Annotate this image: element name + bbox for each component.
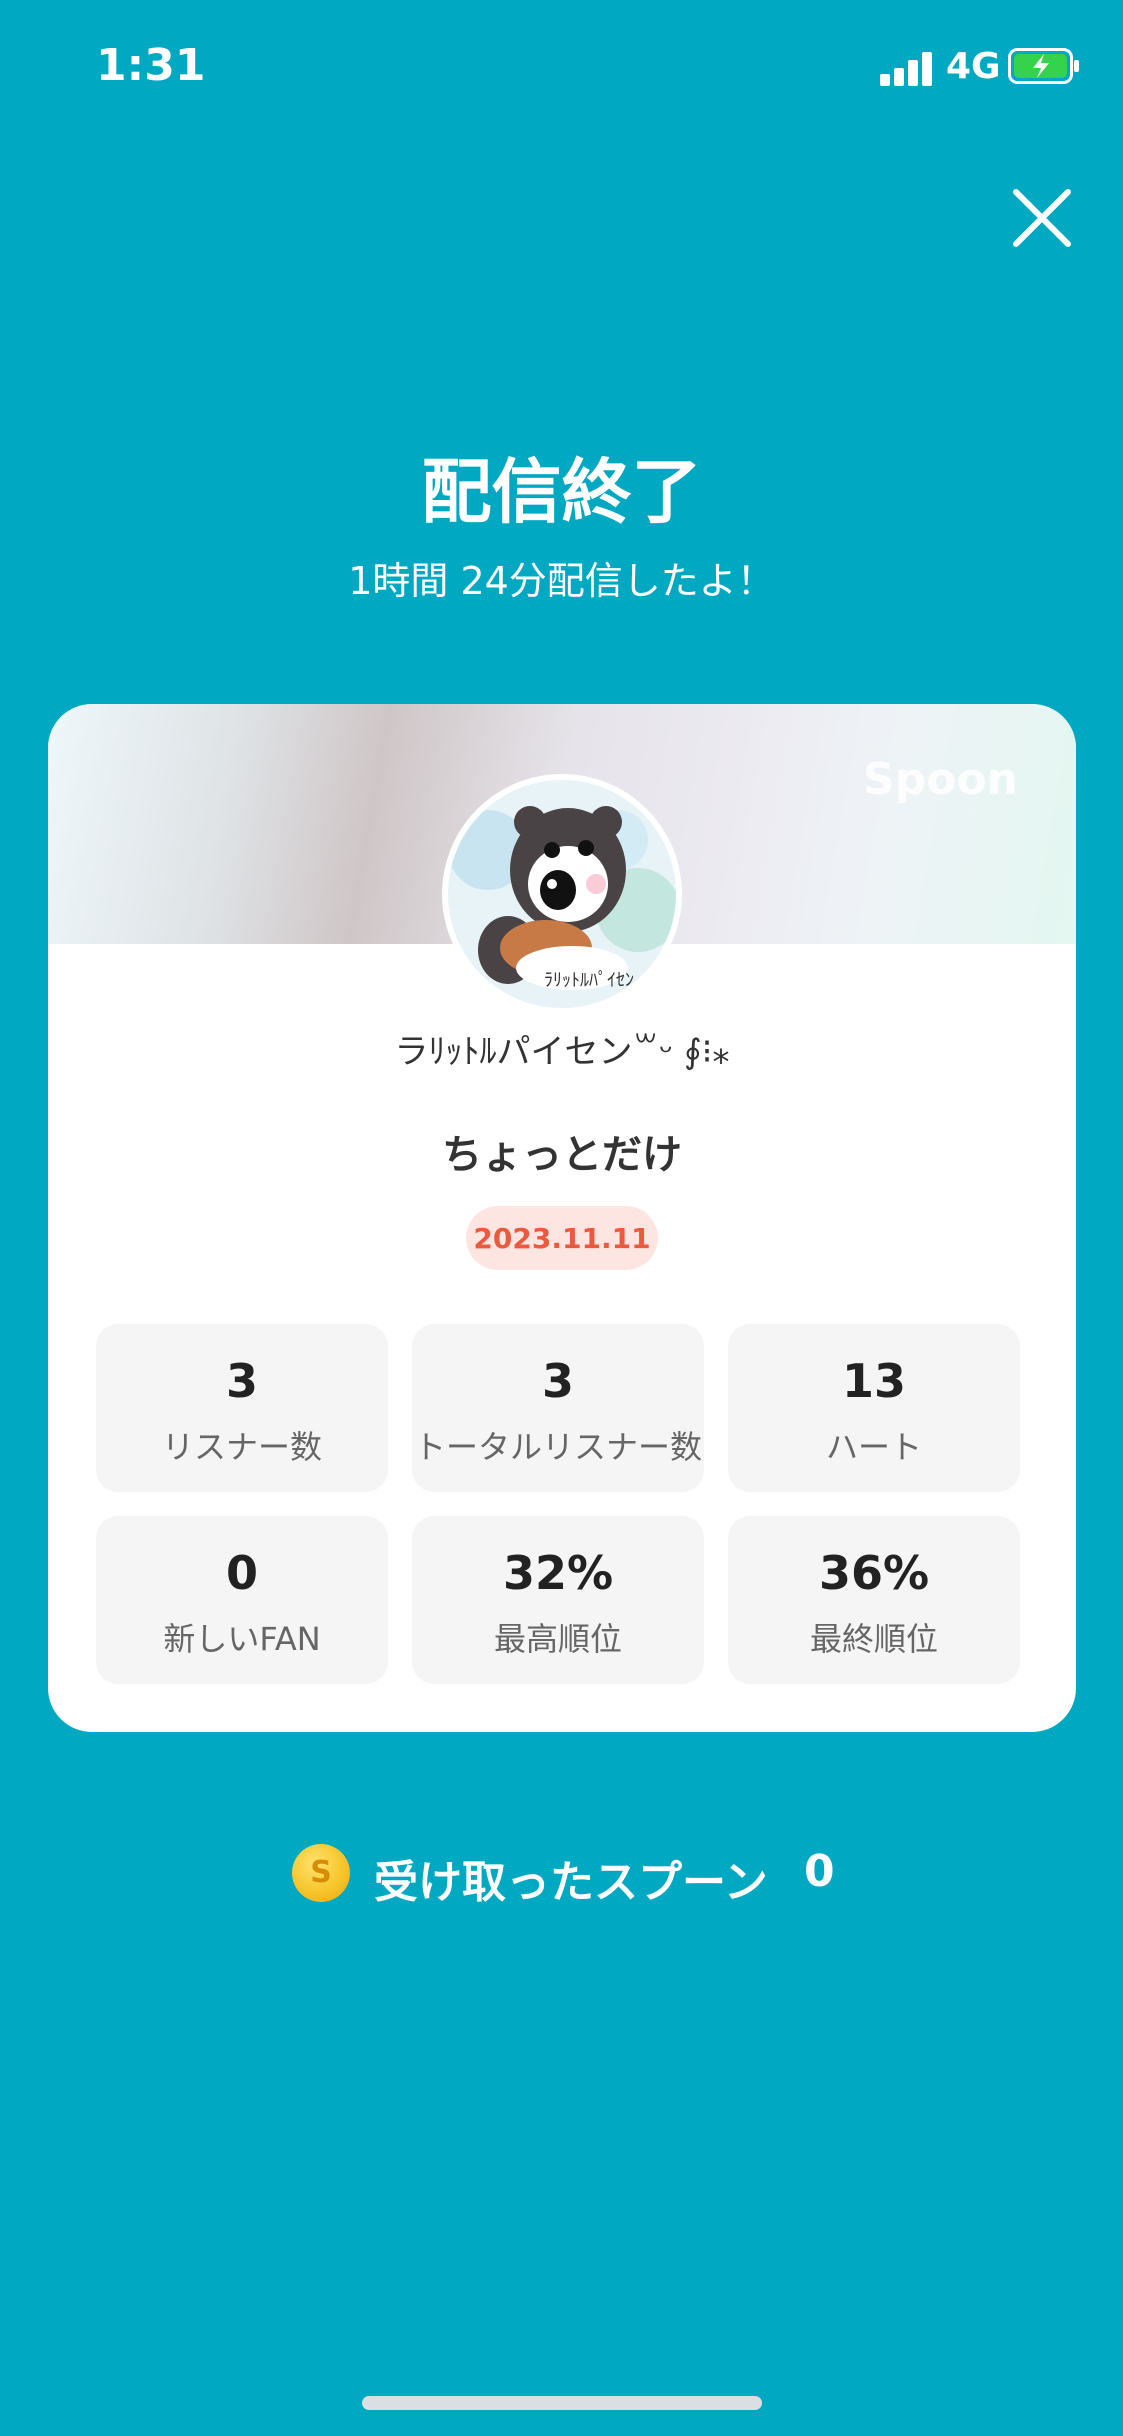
svg-text:ﾗﾘｯﾄﾙﾊﾟｲｾﾝ: ﾗﾘｯﾄﾙﾊﾟｲｾﾝ <box>544 970 634 991</box>
home-indicator[interactable] <box>362 2396 762 2410</box>
stat-total-listeners: 3 トータルリスナー数 <box>412 1324 704 1492</box>
stat-value: 3 <box>541 1354 574 1408</box>
broadcast-duration: 1時間 24分配信したよ！ <box>348 559 775 603</box>
stat-value: 3 <box>225 1354 258 1408</box>
received-spoons: S 受け取ったスプーン 0 <box>0 1838 1123 1908</box>
status-time: 1:31 <box>96 40 206 91</box>
stat-listeners: 3 リスナー数 <box>96 1324 388 1492</box>
close-icon[interactable] <box>1010 186 1074 250</box>
stat-final-rank: 36% 最終順位 <box>728 1516 1020 1684</box>
stat-label: 新しいFAN <box>163 1620 321 1658</box>
stat-label: ハート <box>825 1428 922 1466</box>
stat-value: 13 <box>841 1354 906 1408</box>
stat-label: 最終順位 <box>809 1620 938 1658</box>
signal-icon <box>880 50 934 86</box>
broadcast-summary-card: Spoon ﾗﾘｯﾄﾙﾊﾟｲｾﾝ ラﾘｯﾄﾙパイセン꒳ᵕ ∮⁝⁎ ちょっとだけ … <box>48 704 1076 1732</box>
stat-best-rank: 32% 最高順位 <box>412 1516 704 1684</box>
spoon-logo: Spoon <box>863 754 1018 805</box>
avatar[interactable]: ﾗﾘｯﾄﾙﾊﾟｲｾﾝ <box>442 774 682 1014</box>
stat-label: リスナー数 <box>161 1428 322 1466</box>
page-title: 配信終了 <box>421 451 702 533</box>
battery-icon <box>1008 48 1079 84</box>
stat-value: 32% <box>502 1546 614 1600</box>
stat-value: 0 <box>225 1546 258 1600</box>
live-title: ちょっとだけ <box>442 1132 682 1178</box>
stat-label: トータルリスナー数 <box>413 1428 702 1466</box>
stat-value: 36% <box>818 1546 930 1600</box>
received-spoons-count: 0 <box>804 1846 835 1897</box>
avatar-image: ﾗﾘｯﾄﾙﾊﾟｲｾﾝ <box>448 780 676 1008</box>
stat-label: 最高順位 <box>493 1620 622 1658</box>
network-type: 4G <box>946 46 1001 87</box>
status-bar: 1:31 4G <box>0 0 1123 140</box>
stat-hearts: 13 ハート <box>728 1324 1020 1492</box>
coin-icon: S <box>292 1844 350 1902</box>
date-badge: 2023.11.11 <box>466 1206 658 1270</box>
stat-new-fans: 0 新しいFAN <box>96 1516 388 1684</box>
received-spoons-label: 受け取ったスプーン <box>374 1857 768 1908</box>
host-nickname: ラﾘｯﾄﾙパイセン꒳ᵕ ∮⁝⁎ <box>394 1032 730 1072</box>
